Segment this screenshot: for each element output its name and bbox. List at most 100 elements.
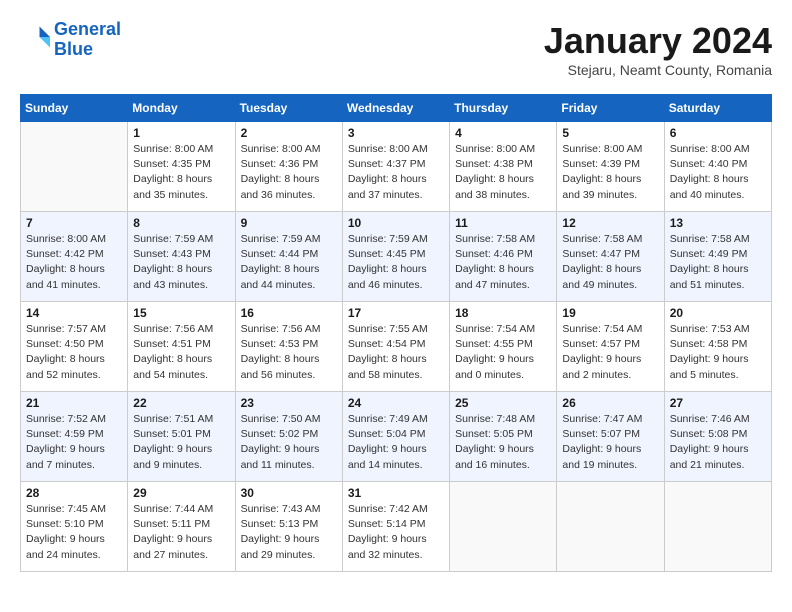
day-number: 2 bbox=[241, 126, 337, 140]
day-number: 28 bbox=[26, 486, 122, 500]
day-number: 17 bbox=[348, 306, 444, 320]
logo: General Blue bbox=[20, 20, 121, 60]
calendar-cell: 4 Sunrise: 8:00 AM Sunset: 4:38 PM Daylig… bbox=[450, 122, 557, 212]
day-info: Sunrise: 7:42 AM Sunset: 5:14 PM Dayligh… bbox=[348, 502, 444, 563]
day-number: 23 bbox=[241, 396, 337, 410]
day-number: 12 bbox=[562, 216, 658, 230]
day-info: Sunrise: 8:00 AM Sunset: 4:38 PM Dayligh… bbox=[455, 142, 551, 203]
day-number: 26 bbox=[562, 396, 658, 410]
day-number: 5 bbox=[562, 126, 658, 140]
day-info: Sunrise: 7:44 AM Sunset: 5:11 PM Dayligh… bbox=[133, 502, 229, 563]
calendar-cell: 30 Sunrise: 7:43 AM Sunset: 5:13 PM Dayli… bbox=[235, 482, 342, 572]
day-info: Sunrise: 7:51 AM Sunset: 5:01 PM Dayligh… bbox=[133, 412, 229, 473]
week-row-5: 28 Sunrise: 7:45 AM Sunset: 5:10 PM Dayli… bbox=[21, 482, 772, 572]
day-info: Sunrise: 7:54 AM Sunset: 4:57 PM Dayligh… bbox=[562, 322, 658, 383]
day-number: 1 bbox=[133, 126, 229, 140]
day-number: 29 bbox=[133, 486, 229, 500]
page-header: General Blue January 2024 Stejaru, Neamt… bbox=[20, 20, 772, 78]
day-info: Sunrise: 7:55 AM Sunset: 4:54 PM Dayligh… bbox=[348, 322, 444, 383]
day-number: 25 bbox=[455, 396, 551, 410]
day-number: 4 bbox=[455, 126, 551, 140]
calendar-cell: 11Sunrise: 7:58 AM Sunset: 4:46 PM Dayli… bbox=[450, 212, 557, 302]
column-header-friday: Friday bbox=[557, 95, 664, 122]
calendar-cell: 7Sunrise: 8:00 AM Sunset: 4:42 PM Daylig… bbox=[21, 212, 128, 302]
title-block: January 2024 Stejaru, Neamt County, Roma… bbox=[544, 20, 772, 78]
day-info: Sunrise: 8:00 AM Sunset: 4:37 PM Dayligh… bbox=[348, 142, 444, 203]
day-number: 16 bbox=[241, 306, 337, 320]
calendar-cell: 28 Sunrise: 7:45 AM Sunset: 5:10 PM Dayli… bbox=[21, 482, 128, 572]
calendar-cell bbox=[21, 122, 128, 212]
calendar-cell: 5 Sunrise: 8:00 AM Sunset: 4:39 PM Daylig… bbox=[557, 122, 664, 212]
calendar-cell: 27Sunrise: 7:46 AM Sunset: 5:08 PM Dayli… bbox=[664, 392, 771, 482]
day-number: 30 bbox=[241, 486, 337, 500]
column-header-sunday: Sunday bbox=[21, 95, 128, 122]
calendar-cell: 2Sunrise: 8:00 AM Sunset: 4:36 PM Daylig… bbox=[235, 122, 342, 212]
day-info: Sunrise: 7:59 AM Sunset: 4:44 PM Dayligh… bbox=[241, 232, 337, 293]
day-info: Sunrise: 7:53 AM Sunset: 4:58 PM Dayligh… bbox=[670, 322, 766, 383]
calendar-cell: 25Sunrise: 7:48 AM Sunset: 5:05 PM Dayli… bbox=[450, 392, 557, 482]
day-info: Sunrise: 7:58 AM Sunset: 4:46 PM Dayligh… bbox=[455, 232, 551, 293]
day-info: Sunrise: 7:56 AM Sunset: 4:53 PM Dayligh… bbox=[241, 322, 337, 383]
calendar-cell bbox=[450, 482, 557, 572]
calendar-cell: 24Sunrise: 7:49 AM Sunset: 5:04 PM Dayli… bbox=[342, 392, 449, 482]
day-number: 9 bbox=[241, 216, 337, 230]
calendar-cell: 8Sunrise: 7:59 AM Sunset: 4:43 PM Daylig… bbox=[128, 212, 235, 302]
day-info: Sunrise: 7:58 AM Sunset: 4:49 PM Dayligh… bbox=[670, 232, 766, 293]
calendar-cell: 20 Sunrise: 7:53 AM Sunset: 4:58 PM Dayli… bbox=[664, 302, 771, 392]
month-title: January 2024 bbox=[544, 20, 772, 62]
day-number: 15 bbox=[133, 306, 229, 320]
week-row-2: 7Sunrise: 8:00 AM Sunset: 4:42 PM Daylig… bbox=[21, 212, 772, 302]
column-header-saturday: Saturday bbox=[664, 95, 771, 122]
column-header-wednesday: Wednesday bbox=[342, 95, 449, 122]
column-header-thursday: Thursday bbox=[450, 95, 557, 122]
day-info: Sunrise: 8:00 AM Sunset: 4:39 PM Dayligh… bbox=[562, 142, 658, 203]
day-number: 6 bbox=[670, 126, 766, 140]
calendar-cell: 17 Sunrise: 7:55 AM Sunset: 4:54 PM Dayli… bbox=[342, 302, 449, 392]
day-number: 22 bbox=[133, 396, 229, 410]
day-number: 27 bbox=[670, 396, 766, 410]
day-number: 31 bbox=[348, 486, 444, 500]
logo-text: General Blue bbox=[54, 20, 121, 60]
week-row-3: 14 Sunrise: 7:57 AM Sunset: 4:50 PM Dayli… bbox=[21, 302, 772, 392]
day-info: Sunrise: 7:52 AM Sunset: 4:59 PM Dayligh… bbox=[26, 412, 122, 473]
calendar-cell: 18 Sunrise: 7:54 AM Sunset: 4:55 PM Dayli… bbox=[450, 302, 557, 392]
day-info: Sunrise: 7:54 AM Sunset: 4:55 PM Dayligh… bbox=[455, 322, 551, 383]
day-info: Sunrise: 7:45 AM Sunset: 5:10 PM Dayligh… bbox=[26, 502, 122, 563]
day-info: Sunrise: 7:50 AM Sunset: 5:02 PM Dayligh… bbox=[241, 412, 337, 473]
day-number: 10 bbox=[348, 216, 444, 230]
day-info: Sunrise: 7:43 AM Sunset: 5:13 PM Dayligh… bbox=[241, 502, 337, 563]
day-number: 3 bbox=[348, 126, 444, 140]
day-number: 20 bbox=[670, 306, 766, 320]
logo-icon bbox=[22, 23, 50, 51]
calendar-cell: 21 Sunrise: 7:52 AM Sunset: 4:59 PM Dayli… bbox=[21, 392, 128, 482]
day-number: 18 bbox=[455, 306, 551, 320]
calendar-cell: 26 Sunrise: 7:47 AM Sunset: 5:07 PM Dayli… bbox=[557, 392, 664, 482]
calendar-cell: 12Sunrise: 7:58 AM Sunset: 4:47 PM Dayli… bbox=[557, 212, 664, 302]
day-info: Sunrise: 7:56 AM Sunset: 4:51 PM Dayligh… bbox=[133, 322, 229, 383]
calendar-cell: 23 Sunrise: 7:50 AM Sunset: 5:02 PM Dayli… bbox=[235, 392, 342, 482]
day-info: Sunrise: 7:57 AM Sunset: 4:50 PM Dayligh… bbox=[26, 322, 122, 383]
calendar-cell: 10Sunrise: 7:59 AM Sunset: 4:45 PM Dayli… bbox=[342, 212, 449, 302]
calendar-cell: 16 Sunrise: 7:56 AM Sunset: 4:53 PM Dayli… bbox=[235, 302, 342, 392]
calendar-cell: 29 Sunrise: 7:44 AM Sunset: 5:11 PM Dayli… bbox=[128, 482, 235, 572]
calendar-cell: 13Sunrise: 7:58 AM Sunset: 4:49 PM Dayli… bbox=[664, 212, 771, 302]
calendar-cell: 3 Sunrise: 8:00 AM Sunset: 4:37 PM Daylig… bbox=[342, 122, 449, 212]
day-number: 7 bbox=[26, 216, 122, 230]
column-header-monday: Monday bbox=[128, 95, 235, 122]
day-info: Sunrise: 7:47 AM Sunset: 5:07 PM Dayligh… bbox=[562, 412, 658, 473]
day-info: Sunrise: 8:00 AM Sunset: 4:35 PM Dayligh… bbox=[133, 142, 229, 203]
week-row-1: 1 Sunrise: 8:00 AM Sunset: 4:35 PM Daylig… bbox=[21, 122, 772, 212]
calendar-cell: 15 Sunrise: 7:56 AM Sunset: 4:51 PM Dayli… bbox=[128, 302, 235, 392]
day-number: 14 bbox=[26, 306, 122, 320]
day-number: 8 bbox=[133, 216, 229, 230]
location: Stejaru, Neamt County, Romania bbox=[544, 62, 772, 78]
calendar-cell bbox=[664, 482, 771, 572]
calendar-cell bbox=[557, 482, 664, 572]
calendar-cell: 31 Sunrise: 7:42 AM Sunset: 5:14 PM Dayli… bbox=[342, 482, 449, 572]
day-info: Sunrise: 8:00 AM Sunset: 4:40 PM Dayligh… bbox=[670, 142, 766, 203]
calendar-cell: 19Sunrise: 7:54 AM Sunset: 4:57 PM Dayli… bbox=[557, 302, 664, 392]
day-number: 21 bbox=[26, 396, 122, 410]
calendar-cell: 6 Sunrise: 8:00 AM Sunset: 4:40 PM Daylig… bbox=[664, 122, 771, 212]
calendar-cell: 14 Sunrise: 7:57 AM Sunset: 4:50 PM Dayli… bbox=[21, 302, 128, 392]
header-row: SundayMondayTuesdayWednesdayThursdayFrid… bbox=[21, 95, 772, 122]
